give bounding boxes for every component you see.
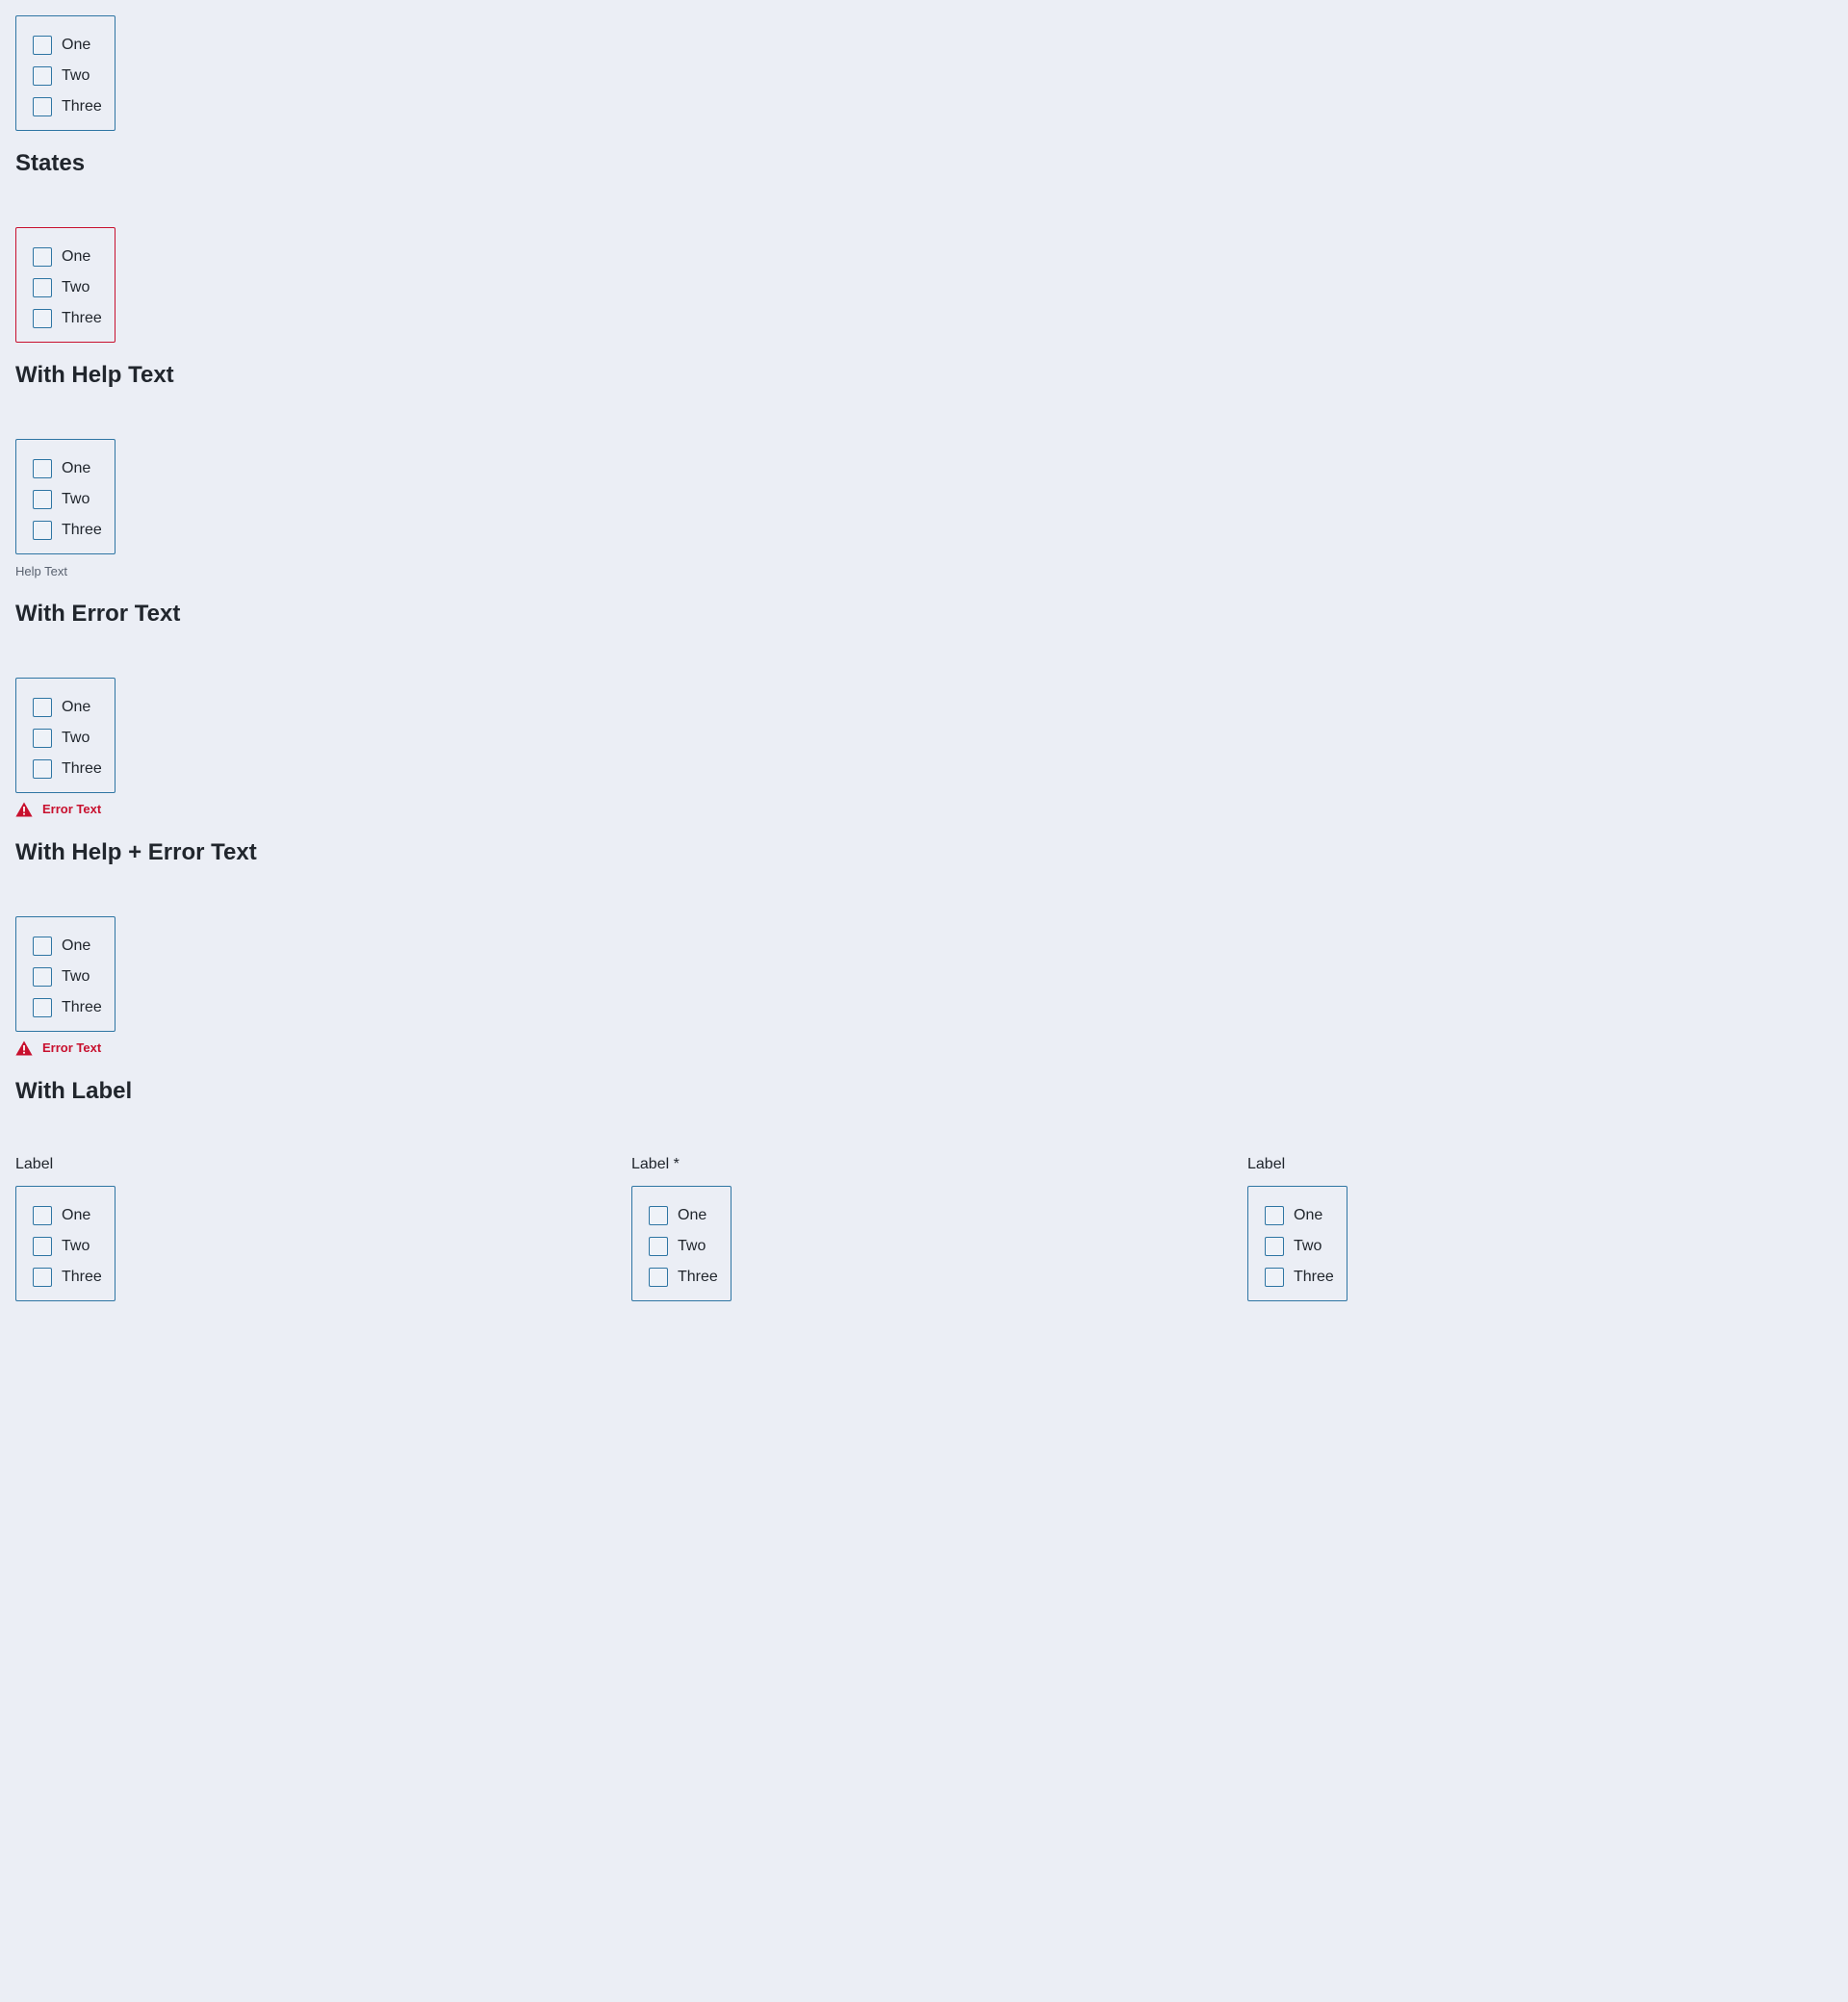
checkbox[interactable] [649,1237,668,1256]
checkbox-label: Two [62,67,90,84]
checkbox-option-three[interactable]: Three [33,515,115,546]
section-heading-help-text: With Help Text [15,362,174,388]
checkbox-label: Two [1294,1238,1322,1254]
warning-triangle-icon [15,1040,33,1056]
checkbox-group-labeled-3: One Two Three [1247,1186,1348,1301]
checkbox[interactable] [33,278,52,297]
checkbox[interactable] [33,1268,52,1287]
checkbox-option-two[interactable]: Two [33,61,115,91]
checkbox-label: Three [62,522,102,538]
checkbox-label: Three [1294,1269,1334,1285]
page: One Two Three States One Two Three With … [0,0,1848,2002]
checkbox-label: Three [62,98,102,115]
checkbox-group-help: One Two Three [15,439,116,554]
checkbox-group-invalid: One Two Three [15,227,116,343]
checkbox-label: Two [62,279,90,295]
section-heading-states: States [15,150,86,176]
checkbox-option-three[interactable]: Three [33,91,115,122]
checkbox-option-one[interactable]: One [33,242,115,272]
checkbox-option-three[interactable]: Three [33,1262,115,1293]
checkbox-option-two[interactable]: Two [1265,1231,1347,1262]
checkbox-option-two[interactable]: Two [33,723,115,754]
checkbox[interactable] [33,1206,52,1225]
field-label: Label [1247,1156,1286,1172]
checkbox[interactable] [33,309,52,328]
checkbox[interactable] [33,998,52,1017]
checkbox-group-error: One Two Three [15,678,116,793]
checkbox[interactable] [33,937,52,956]
checkbox-label: Two [678,1238,706,1254]
checkbox-option-two[interactable]: Two [33,484,115,515]
checkbox-label: One [678,1207,707,1223]
checkbox-option-one[interactable]: One [649,1200,731,1231]
checkbox-label: One [62,1207,91,1223]
checkbox[interactable] [649,1268,668,1287]
checkbox[interactable] [33,66,52,86]
checkbox-option-one[interactable]: One [33,30,115,61]
section-heading-help-error-text: With Help + Error Text [15,839,257,865]
checkbox-label: One [62,248,91,265]
checkbox-label: One [62,460,91,476]
checkbox-option-two[interactable]: Two [33,962,115,992]
error-message: Error Text [15,1040,101,1056]
checkbox-label: Two [62,968,90,985]
help-text: Help Text [15,564,67,578]
warning-triangle-icon [15,802,33,817]
checkbox-option-three[interactable]: Three [649,1262,731,1293]
section-heading-with-label: With Label [15,1078,133,1104]
checkbox[interactable] [1265,1237,1284,1256]
checkbox-label: Two [62,1238,90,1254]
checkbox[interactable] [33,247,52,267]
error-message: Error Text [15,802,101,817]
error-text: Error Text [42,1040,102,1055]
checkbox-option-three[interactable]: Three [33,992,115,1023]
checkbox-label: One [62,37,91,53]
checkbox-label: Three [62,310,102,326]
section-heading-error-text: With Error Text [15,601,181,627]
checkbox-group-default: One Two Three [15,15,116,131]
checkbox-option-three[interactable]: Three [33,754,115,784]
checkbox[interactable] [33,521,52,540]
checkbox-option-two[interactable]: Two [649,1231,731,1262]
checkbox-group-labeled-2: One Two Three [631,1186,732,1301]
checkbox-option-one[interactable]: One [1265,1200,1347,1231]
checkbox[interactable] [1265,1268,1284,1287]
checkbox-label: Three [62,760,102,777]
checkbox-label: Three [678,1269,718,1285]
checkbox[interactable] [33,698,52,717]
checkbox[interactable] [649,1206,668,1225]
checkbox[interactable] [33,967,52,987]
checkbox-label: One [62,937,91,954]
checkbox[interactable] [33,97,52,116]
checkbox[interactable] [33,490,52,509]
checkbox-option-two[interactable]: Two [33,1231,115,1262]
checkbox-label: One [62,699,91,715]
checkbox-label: Three [62,1269,102,1285]
checkbox[interactable] [33,759,52,779]
checkbox-option-one[interactable]: One [33,453,115,484]
checkbox-option-one[interactable]: One [33,692,115,723]
checkbox-option-three[interactable]: Three [1265,1262,1347,1293]
checkbox[interactable] [33,729,52,748]
checkbox[interactable] [1265,1206,1284,1225]
checkbox-label: Three [62,999,102,1015]
checkbox[interactable] [33,36,52,55]
field-label-required: Label * [631,1156,680,1172]
checkbox[interactable] [33,1237,52,1256]
error-text: Error Text [42,802,102,816]
checkbox-group-labeled-1: One Two Three [15,1186,116,1301]
checkbox-option-three[interactable]: Three [33,303,115,334]
checkbox-label: One [1294,1207,1323,1223]
checkbox[interactable] [33,459,52,478]
checkbox-label: Two [62,491,90,507]
checkbox-label: Two [62,730,90,746]
field-label: Label [15,1156,54,1172]
checkbox-option-two[interactable]: Two [33,272,115,303]
checkbox-option-one[interactable]: One [33,931,115,962]
checkbox-option-one[interactable]: One [33,1200,115,1231]
checkbox-group-help-error: One Two Three [15,916,116,1032]
